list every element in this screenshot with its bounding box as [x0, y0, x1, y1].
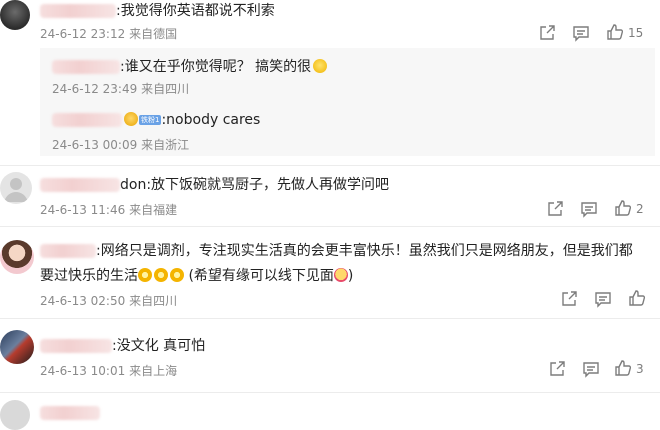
divider: [0, 392, 660, 393]
comment-meta: 24-6-12 23:12 来自德国: [40, 25, 177, 42]
like-icon[interactable]: [606, 23, 624, 41]
timestamp: 24-6-13 10:01: [40, 364, 126, 378]
flower-emoji-icon: [154, 268, 168, 282]
reply-meta: 24-6-13 00:09 来自浙江: [52, 136, 189, 153]
avatar[interactable]: [0, 240, 34, 274]
heart-eyes-emoji-icon: [333, 268, 348, 282]
username[interactable]: [52, 60, 120, 74]
username[interactable]: [40, 178, 120, 192]
avatar[interactable]: [0, 0, 30, 30]
fan-badge: 铁粉1: [139, 115, 162, 125]
username[interactable]: [52, 113, 122, 127]
share-icon[interactable]: [548, 360, 566, 378]
timestamp: 24-6-12 23:49: [52, 82, 138, 96]
comment-meta: 24-6-13 02:50 来自四川: [40, 292, 177, 309]
comment-text: :网络只是调剂，专注现实生活真的会更丰富快乐！虽然我们只是网络朋友，但是我们都: [40, 240, 633, 260]
like-icon[interactable]: [614, 199, 632, 217]
location: 来自上海: [129, 364, 178, 378]
comment-text: :我觉得你英语都说不利索: [40, 0, 275, 20]
share-icon[interactable]: [546, 200, 564, 218]
comment-icon[interactable]: [580, 200, 598, 218]
username[interactable]: [40, 339, 112, 353]
location: 来自四川: [129, 294, 178, 308]
comment-meta: 24-6-13 11:46 来自福建: [40, 201, 177, 218]
comment-icon[interactable]: [582, 360, 600, 378]
comment-text: :没文化 真可怕: [40, 335, 205, 355]
like-count: 2: [636, 202, 644, 216]
face-emoji-icon: [124, 112, 138, 126]
divider: [0, 226, 660, 227]
reply-meta: 24-6-12 23:49 来自四川: [52, 80, 189, 97]
comment-icon[interactable]: [594, 290, 612, 308]
default-avatar-icon: [4, 178, 28, 202]
like-count: 3: [636, 362, 644, 376]
location: 来自浙江: [141, 138, 190, 152]
flower-emoji-icon: [138, 268, 152, 282]
username[interactable]: [40, 402, 100, 421]
avatar[interactable]: [0, 400, 30, 430]
share-icon[interactable]: [538, 24, 556, 42]
timestamp: 24-6-13 02:50: [40, 294, 126, 308]
timestamp: 24-6-13 11:46: [40, 203, 126, 217]
reply-text: 铁粉1:nobody cares: [52, 112, 260, 128]
share-icon[interactable]: [560, 290, 578, 308]
like-count: 15: [628, 26, 644, 40]
laugh-emoji-icon: [313, 59, 328, 73]
username[interactable]: [40, 244, 96, 258]
divider: [0, 165, 660, 166]
reply-text: :谁又在乎你觉得呢？ 搞笑的很: [52, 56, 328, 76]
avatar[interactable]: [0, 330, 34, 364]
timestamp: 24-6-12 23:12: [40, 27, 126, 41]
like-icon[interactable]: [628, 289, 646, 307]
like-icon[interactable]: [614, 359, 632, 377]
flower-emoji-icon: [170, 268, 184, 282]
comment-text: don:放下饭碗就骂厨子，先做人再做学问吧: [40, 174, 389, 194]
avatar[interactable]: [0, 172, 32, 204]
location: 来自福建: [129, 203, 178, 217]
username[interactable]: [40, 4, 116, 18]
location: 来自四川: [141, 82, 190, 96]
location: 来自德国: [129, 27, 178, 41]
timestamp: 24-6-13 00:09: [52, 138, 138, 152]
divider: [0, 318, 660, 319]
comment-icon[interactable]: [572, 24, 590, 42]
comment-meta: 24-6-13 10:01 来自上海: [40, 362, 177, 379]
comment-text-line2: 要过快乐的生活 (希望有缘可以线下见面): [40, 268, 354, 284]
